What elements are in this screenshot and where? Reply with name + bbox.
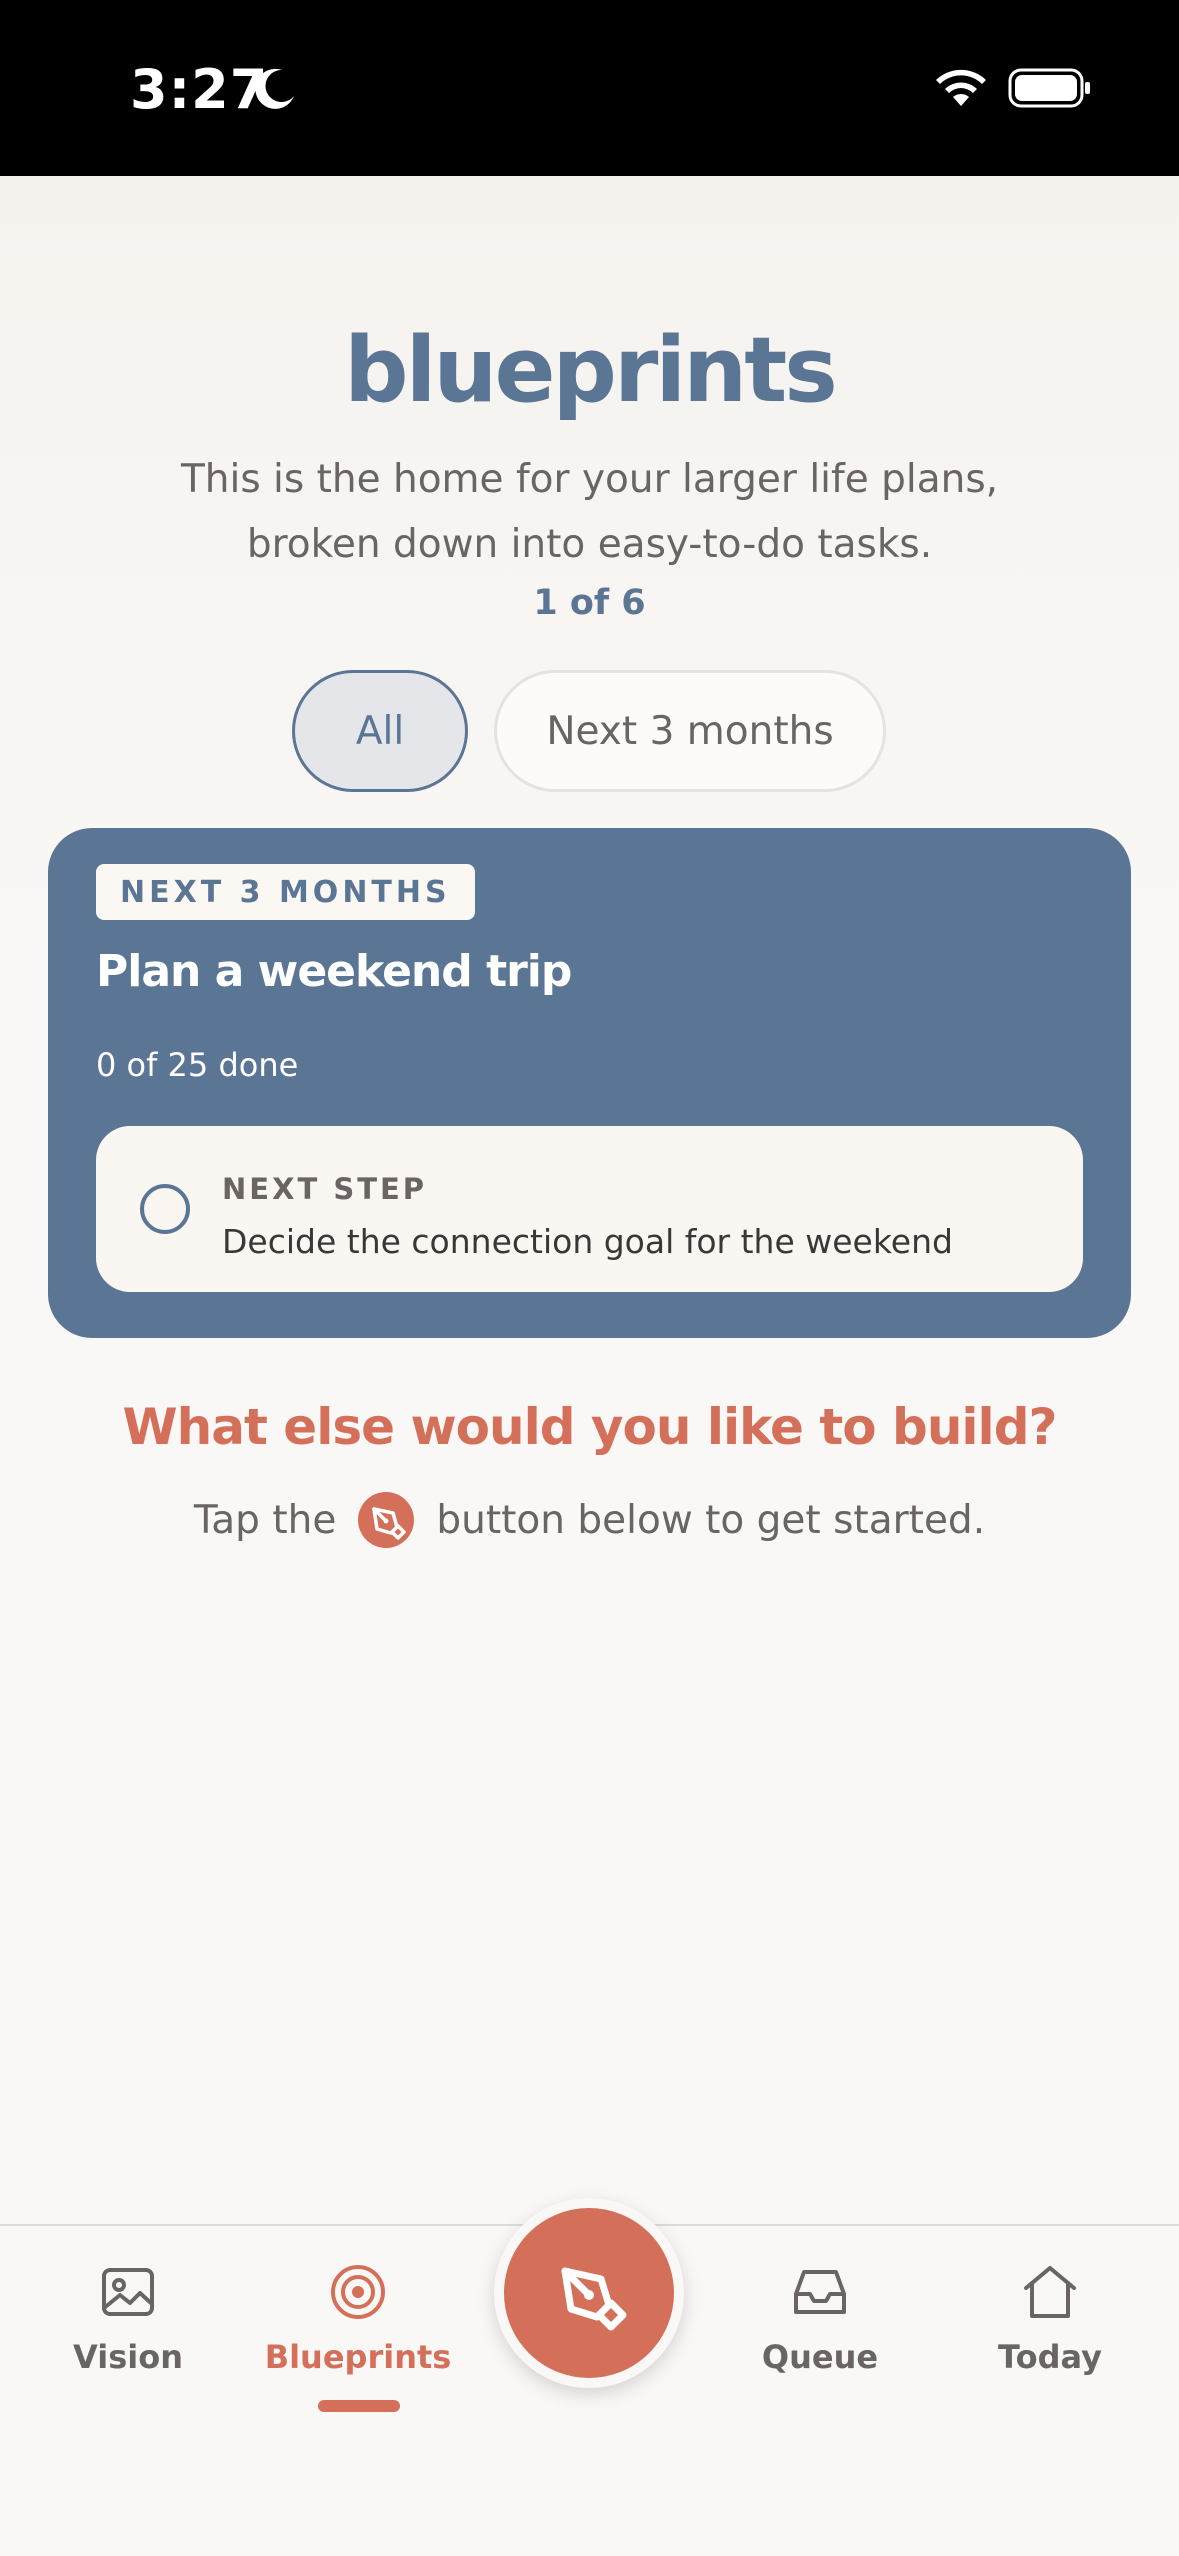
next-step-text: Decide the connection goal for the weeke…	[222, 1222, 953, 1261]
tab-label: Blueprints	[264, 2338, 452, 2376]
blueprint-card[interactable]: NEXT 3 MONTHS Plan a weekend trip 0 of 2…	[48, 828, 1131, 1338]
filter-chip-all[interactable]: All	[292, 670, 468, 792]
next-step-label: NEXT STEP	[222, 1172, 428, 1206]
image-icon	[102, 2268, 154, 2316]
tab-today[interactable]: Today	[950, 2262, 1150, 2402]
status-bar: 3:27	[0, 0, 1179, 176]
inbox-icon	[794, 2270, 846, 2314]
page-subtitle: This is the home for your larger life pl…	[180, 457, 999, 567]
timeframe-badge: NEXT 3 MONTHS	[96, 864, 475, 920]
tab-label: Today	[998, 2338, 1102, 2376]
filter-chip-next-3-months[interactable]: Next 3 months	[494, 670, 886, 792]
moon-icon	[255, 68, 294, 109]
tab-queue[interactable]: Queue	[720, 2262, 920, 2402]
tab-vision[interactable]: Vision	[28, 2262, 228, 2402]
build-prompt-heading: What else would you like to build?	[122, 1398, 1058, 1456]
blueprint-title: Plan a weekend trip	[96, 946, 572, 997]
hint-text-before: Tap the	[193, 1497, 337, 1543]
tab-label: Vision	[73, 2338, 183, 2376]
hint-text-after: button below to get started.	[436, 1497, 986, 1543]
next-step-panel[interactable]: NEXT STEP Decide the connection goal for…	[96, 1126, 1083, 1292]
blueprint-progress: 0 of 25 done	[96, 1046, 299, 1084]
status-time: 3:27	[130, 58, 269, 121]
pen-nib-icon	[358, 1492, 415, 1548]
pen-nib-icon	[561, 2267, 627, 2331]
target-icon	[331, 2265, 385, 2319]
next-step-checkbox[interactable]	[140, 1184, 190, 1234]
battery-icon	[1008, 68, 1090, 108]
active-tab-indicator	[318, 2400, 400, 2412]
wifi-icon	[936, 69, 986, 106]
build-prompt-hint: Tap the button below to get started.	[0, 1490, 1179, 1550]
page-title: blueprints	[344, 318, 838, 423]
tab-label: Queue	[761, 2338, 879, 2376]
pager-indicator: 1 of 6	[533, 583, 646, 623]
create-blueprint-button[interactable]	[494, 2198, 684, 2388]
home-icon	[1024, 2266, 1076, 2318]
tab-blueprints[interactable]: Blueprints	[258, 2262, 458, 2402]
